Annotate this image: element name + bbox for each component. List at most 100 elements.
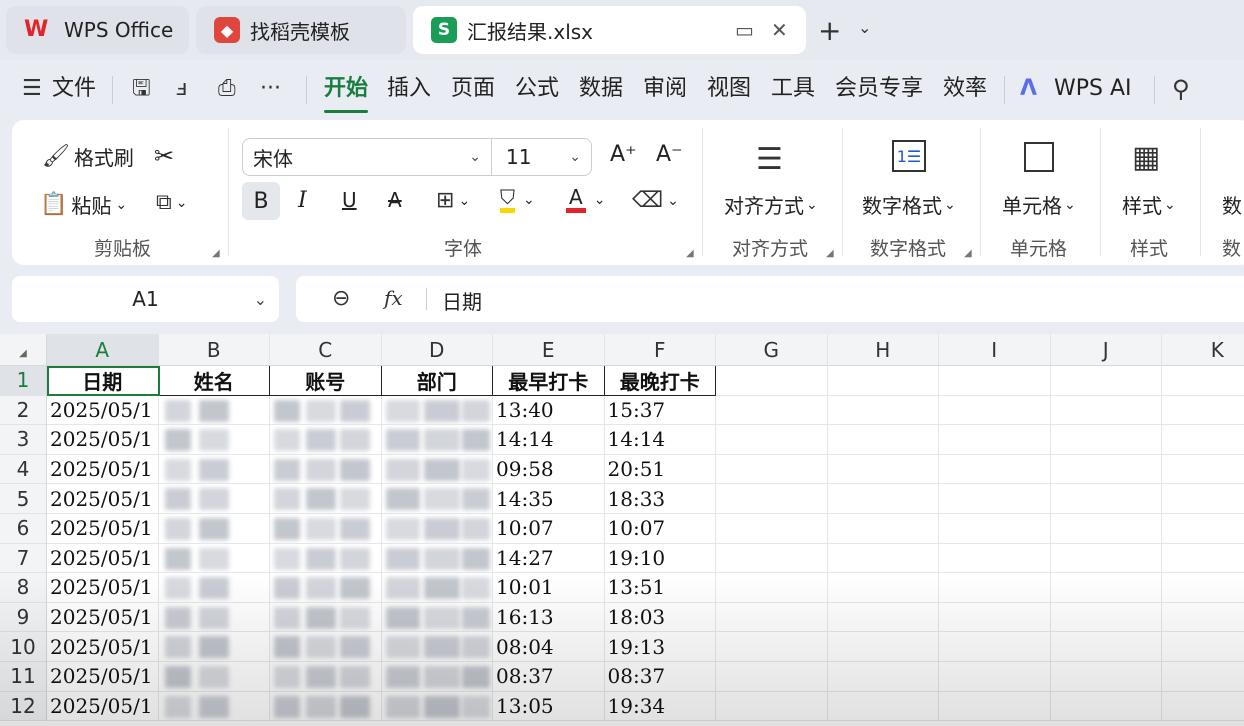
zoom-formula-icon[interactable]: ⊖ xyxy=(332,286,350,311)
table-cell[interactable] xyxy=(1050,662,1162,692)
menu-home[interactable]: 开始 xyxy=(324,74,368,104)
latest-punch-cell[interactable]: 15:37 xyxy=(604,395,716,426)
font-family-select[interactable]: 宋体 ⌄ xyxy=(242,138,492,176)
row-header-4[interactable]: 4 xyxy=(0,454,47,485)
table-cell[interactable] xyxy=(1162,544,1244,574)
column-header-g[interactable]: G xyxy=(716,334,828,366)
save-icon[interactable]: 🖫 xyxy=(132,74,151,104)
table-cell[interactable] xyxy=(939,395,1051,426)
redacted-cell[interactable] xyxy=(270,425,382,455)
table-cell[interactable] xyxy=(1162,603,1244,633)
menu-efficiency[interactable]: 效率 xyxy=(943,74,987,104)
redacted-cell[interactable] xyxy=(158,454,270,485)
redacted-cell[interactable] xyxy=(270,514,382,544)
header-cell-dept[interactable]: 部门 xyxy=(381,366,493,396)
font-color-button[interactable]: A ⌄ xyxy=(566,186,605,213)
more-ribbon-button[interactable]: 数 xyxy=(1222,190,1242,219)
earliest-punch-cell[interactable]: 10:07 xyxy=(493,514,605,544)
earliest-punch-cell[interactable]: 13:05 xyxy=(493,691,605,722)
date-cell[interactable]: 2025/05/1 xyxy=(47,602,159,633)
redacted-cell[interactable] xyxy=(270,484,382,514)
cells-button[interactable]: 单元格 ⌄ xyxy=(1002,190,1076,219)
table-cell[interactable] xyxy=(716,662,828,692)
table-cell[interactable] xyxy=(716,514,828,544)
earliest-punch-cell[interactable]: 14:27 xyxy=(493,543,605,574)
fx-icon[interactable]: fx xyxy=(384,286,403,310)
tab-document[interactable]: S 汇报结果.xlsx ▭ ✕ xyxy=(413,6,806,54)
table-cell[interactable] xyxy=(1162,425,1244,455)
table-cell[interactable] xyxy=(716,454,828,485)
earliest-punch-cell[interactable]: 08:04 xyxy=(493,632,605,662)
latest-punch-cell[interactable]: 14:14 xyxy=(604,425,716,455)
latest-punch-cell[interactable]: 18:33 xyxy=(604,484,716,514)
new-tab-icon[interactable]: + xyxy=(818,14,841,47)
table-cell[interactable] xyxy=(1050,691,1162,722)
latest-punch-cell[interactable]: 10:07 xyxy=(604,514,716,544)
menu-member[interactable]: 会员专享 xyxy=(835,74,923,104)
redacted-cell[interactable] xyxy=(381,425,493,455)
table-cell[interactable] xyxy=(716,484,828,514)
row-header-2[interactable]: 2 xyxy=(0,395,47,426)
table-cell[interactable] xyxy=(716,602,828,633)
menu-tools[interactable]: 工具 xyxy=(771,74,815,104)
earliest-punch-cell[interactable]: 14:35 xyxy=(493,484,605,514)
menu-lines-icon[interactable]: ☰ xyxy=(22,74,42,104)
table-cell[interactable] xyxy=(827,514,939,544)
latest-punch-cell[interactable]: 18:03 xyxy=(604,602,716,633)
row-header-6[interactable]: 6 xyxy=(0,514,47,544)
close-tab-icon[interactable]: ✕ xyxy=(771,18,788,42)
table-cell[interactable] xyxy=(1050,425,1162,455)
table-cell[interactable] xyxy=(827,366,939,396)
table-cell[interactable] xyxy=(716,543,828,574)
table-cell[interactable] xyxy=(1162,455,1244,485)
dialog-launcher-icon[interactable]: ◢ xyxy=(212,248,220,259)
menu-wps-ai[interactable]: WPS AI xyxy=(1054,74,1132,104)
redacted-cell[interactable] xyxy=(381,543,493,574)
redacted-cell[interactable] xyxy=(270,691,382,722)
redacted-cell[interactable] xyxy=(270,632,382,662)
tab-wps-office[interactable]: W WPS Office xyxy=(6,6,189,54)
redacted-cell[interactable] xyxy=(158,573,270,603)
redacted-cell[interactable] xyxy=(381,484,493,514)
date-cell[interactable]: 2025/05/1 xyxy=(47,691,159,722)
redacted-cell[interactable] xyxy=(270,543,382,574)
table-cell[interactable] xyxy=(716,366,828,396)
redacted-cell[interactable] xyxy=(270,454,382,485)
row-header-3[interactable]: 3 xyxy=(0,425,47,455)
table-cell[interactable] xyxy=(1162,573,1244,603)
copy-button[interactable]: ⧉ ⌄ xyxy=(156,190,187,215)
format-link-icon[interactable]: ⅎ xyxy=(176,74,188,104)
row-header-1[interactable]: 1 xyxy=(0,366,47,396)
redacted-cell[interactable] xyxy=(270,662,382,692)
date-cell[interactable]: 2025/05/1 xyxy=(47,484,159,514)
redacted-cell[interactable] xyxy=(381,632,493,662)
table-cell[interactable] xyxy=(939,662,1051,692)
tab-template[interactable]: ◆ 找稻壳模板 xyxy=(196,6,406,54)
table-cell[interactable] xyxy=(1050,395,1162,426)
table-cell[interactable] xyxy=(716,573,828,603)
earliest-punch-cell[interactable]: 14:14 xyxy=(493,425,605,455)
number-format-button[interactable]: 数字格式 ⌄ xyxy=(862,190,956,219)
table-cell[interactable] xyxy=(1162,366,1244,396)
column-header-j[interactable]: J xyxy=(1050,334,1162,366)
cut-icon[interactable]: ✂ xyxy=(154,142,174,170)
table-cell[interactable] xyxy=(827,632,939,662)
table-cell[interactable] xyxy=(1162,514,1244,544)
column-header-e[interactable]: E xyxy=(493,334,605,366)
date-cell[interactable]: 2025/05/1 xyxy=(47,543,159,574)
redacted-cell[interactable] xyxy=(381,602,493,633)
table-cell[interactable] xyxy=(827,573,939,603)
strikethrough-button[interactable]: A xyxy=(388,188,402,212)
redacted-cell[interactable] xyxy=(381,454,493,485)
earliest-punch-cell[interactable]: 08:37 xyxy=(493,662,605,692)
date-cell[interactable]: 2025/05/1 xyxy=(47,662,159,692)
table-cell[interactable] xyxy=(1050,573,1162,603)
table-cell[interactable] xyxy=(827,425,939,455)
search-icon[interactable]: ⚲ xyxy=(1172,74,1190,104)
header-cell-name[interactable]: 姓名 xyxy=(158,366,270,396)
underline-button[interactable]: U xyxy=(342,188,357,212)
redacted-cell[interactable] xyxy=(381,662,493,692)
alignment-button[interactable]: 对齐方式 ⌄ xyxy=(724,190,818,219)
format-painter-button[interactable]: 🖌 格式刷 xyxy=(42,142,134,171)
italic-button[interactable]: I xyxy=(298,188,307,213)
